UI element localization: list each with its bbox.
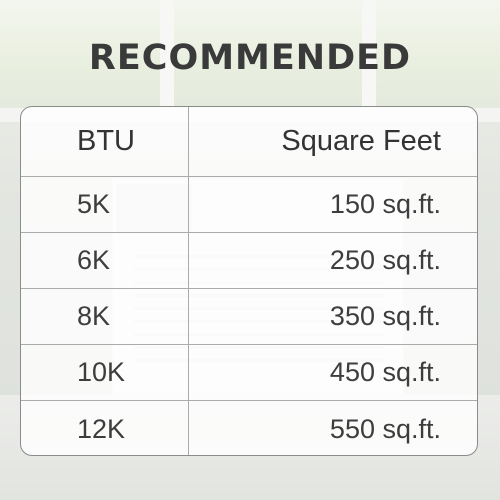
btu-cell: 5K — [21, 177, 189, 232]
square-feet-cell: 350 sq.ft. — [329, 301, 441, 331]
btu-cell: 10K — [21, 345, 189, 400]
btu-square-feet-table: BTU Square Feet 5K 150 sq.ft. 6K 250 sq.… — [20, 106, 478, 456]
table-row: 6K 250 sq.ft. — [21, 233, 477, 289]
square-feet-cell: 150 sq.ft. — [329, 189, 441, 219]
table-row: 8K 350 sq.ft. — [21, 289, 477, 345]
btu-cell: 12K — [21, 401, 189, 455]
table-row: 5K 150 sq.ft. — [21, 177, 477, 233]
square-feet-cell: 250 sq.ft. — [329, 245, 441, 275]
header-btu: BTU — [21, 107, 189, 176]
table-row: 10K 450 sq.ft. — [21, 345, 477, 401]
page-title: RECOMMENDED — [88, 38, 412, 78]
btu-cell: 8K — [21, 289, 189, 344]
square-feet-cell: 550 sq.ft. — [329, 413, 441, 444]
btu-cell: 6K — [21, 233, 189, 288]
header-square-feet: Square Feet — [281, 125, 441, 157]
square-feet-cell: 450 sq.ft. — [329, 357, 441, 387]
table-row: 12K 550 sq.ft. — [21, 401, 477, 455]
table-header-row: BTU Square Feet — [21, 107, 477, 177]
